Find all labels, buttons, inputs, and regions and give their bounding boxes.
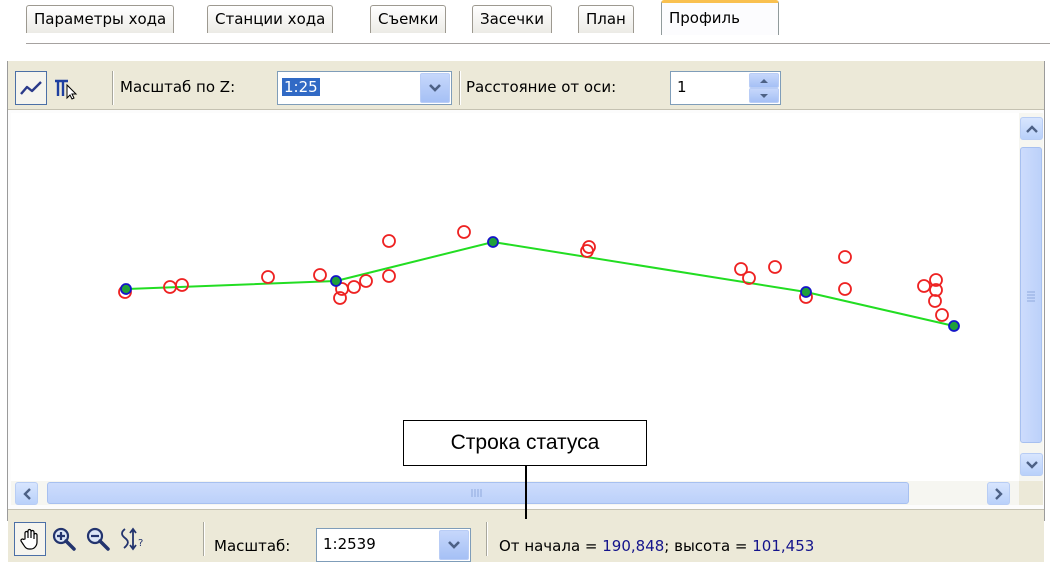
tab-traverse-stations[interactable]: Станции хода <box>207 5 334 33</box>
toolbar-separator <box>203 522 205 556</box>
scroll-up-icon[interactable] <box>1020 117 1043 140</box>
scale-label: Масштаб: <box>214 537 291 555</box>
polyline-icon[interactable] <box>15 71 47 105</box>
z-scale-combo[interactable]: 1:25 <box>277 71 452 105</box>
zoom-out-icon[interactable] <box>82 522 114 556</box>
station-point <box>330 275 342 287</box>
station-point <box>120 283 132 295</box>
z-scale-value: 1:25 <box>282 78 320 96</box>
axis-distance-value: 1 <box>677 78 687 96</box>
shot-point <box>838 282 852 296</box>
shot-point <box>347 280 361 294</box>
axis-distance-label: Расстояние от оси: <box>466 78 617 96</box>
profile-line <box>125 240 955 327</box>
horizontal-scroll-thumb[interactable] <box>47 482 909 504</box>
callout-pointer-line <box>525 466 527 519</box>
tab-profile[interactable]: Профиль <box>661 0 779 35</box>
scroll-down-icon[interactable] <box>1020 453 1043 476</box>
scroll-left-icon[interactable] <box>15 482 38 505</box>
status-height-value: 101,453 <box>752 537 815 555</box>
shot-point <box>382 234 396 248</box>
status-bar-callout: Строка статуса <box>403 420 647 466</box>
station-point <box>800 286 812 298</box>
tab-plan[interactable]: План <box>578 5 634 33</box>
toolbar-separator <box>486 522 488 556</box>
shot-point <box>382 269 396 283</box>
spin-down-icon[interactable] <box>749 88 779 103</box>
scroll-right-icon[interactable] <box>987 482 1010 505</box>
svg-text:?: ? <box>138 538 143 549</box>
tab-traverse-params[interactable]: Параметры хода <box>26 5 175 33</box>
axis-distance-spinner[interactable]: 1 <box>670 71 781 105</box>
hand-icon[interactable] <box>14 522 46 556</box>
shot-point <box>768 260 782 274</box>
tab-resections[interactable]: Засечки <box>472 5 552 33</box>
status-height-label: ; высота = <box>664 537 753 555</box>
vertical-scroll-thumb[interactable] <box>1020 147 1042 443</box>
scale-combo[interactable]: 1:2539 <box>316 528 471 562</box>
profile-select-icon[interactable] <box>49 71 81 105</box>
toolbar-separator <box>112 71 114 105</box>
chevron-down-icon[interactable] <box>439 530 469 560</box>
chevron-down-icon[interactable] <box>420 73 450 103</box>
shot-point <box>261 270 275 284</box>
shot-point <box>935 308 949 322</box>
vertical-scrollbar[interactable] <box>1019 113 1043 481</box>
shot-point <box>359 274 373 288</box>
shot-point <box>838 250 852 264</box>
status-distance-value: 190,848 <box>602 537 665 555</box>
shot-point <box>582 240 596 254</box>
tab-surveys[interactable]: Съемки <box>370 5 447 33</box>
zoom-in-icon[interactable] <box>48 522 80 556</box>
shot-point <box>313 268 327 282</box>
toolbar-separator <box>459 71 461 105</box>
station-point <box>948 320 960 332</box>
z-scale-label: Масштаб по Z: <box>120 78 236 96</box>
shot-point <box>457 225 471 239</box>
horizontal-scrollbar[interactable] <box>11 481 1019 505</box>
scale-value: 1:2539 <box>323 535 376 553</box>
status-bar: От начала = 190,848; высота = 101,453 <box>499 537 814 555</box>
shot-point <box>917 279 931 293</box>
shot-point <box>175 278 189 292</box>
scrollbar-corner <box>1019 481 1043 505</box>
spin-up-icon[interactable] <box>749 73 779 88</box>
station-point <box>487 236 499 248</box>
tab-strip-border <box>26 43 1050 44</box>
vertical-scale-icon[interactable]: ? <box>116 522 148 556</box>
status-distance-label: От начала = <box>499 537 603 555</box>
